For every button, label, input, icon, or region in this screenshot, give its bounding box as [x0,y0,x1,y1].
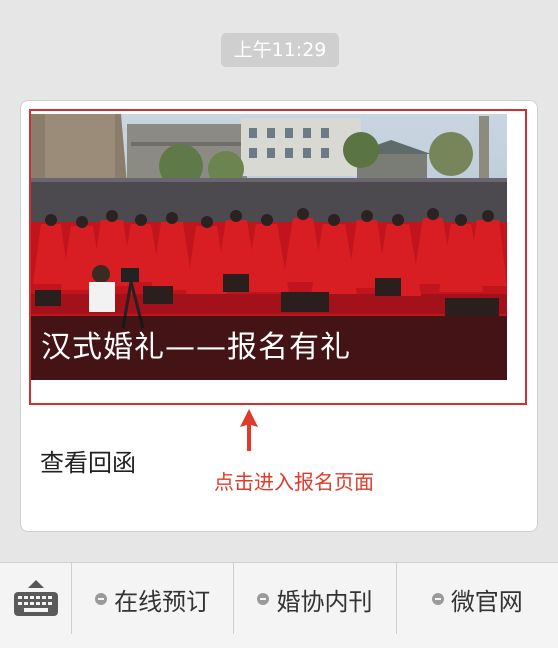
menu-item-label: 微官网 [450,587,523,616]
menu-item-label: 在线预订 [114,587,211,616]
menu-bar-bottom-edge [0,634,558,648]
article-title: 汉式婚礼——报名有礼 [31,316,507,380]
cover-image[interactable]: 汉式婚礼——报名有礼 [31,114,507,380]
menu-item-association-journal[interactable]: 婚协内刊 [234,563,397,635]
keyboard-toggle-button[interactable] [0,563,72,635]
menu-dot-icon [257,593,270,605]
menu-dot-icon [95,593,108,605]
article-card[interactable]: 汉式婚礼——报名有礼 查看回函 点击进入报名页面 [20,100,538,532]
menu-item-online-booking[interactable]: 在线预订 [72,563,235,635]
menu-item-micro-site[interactable]: 微官网 [397,563,558,635]
bottom-menu-bar: 在线预订 婚协内刊 微官网 [0,562,558,635]
keyboard-icon [13,580,58,616]
menu-item-label: 婚协内刊 [276,587,373,616]
view-reply-link[interactable]: 查看回函 [40,443,136,478]
annotation-text: 点击进入报名页面 [214,470,374,494]
menu-dot-icon [431,593,444,605]
message-timestamp: 上午11:29 [221,33,339,67]
arrow-up-icon [240,409,258,451]
